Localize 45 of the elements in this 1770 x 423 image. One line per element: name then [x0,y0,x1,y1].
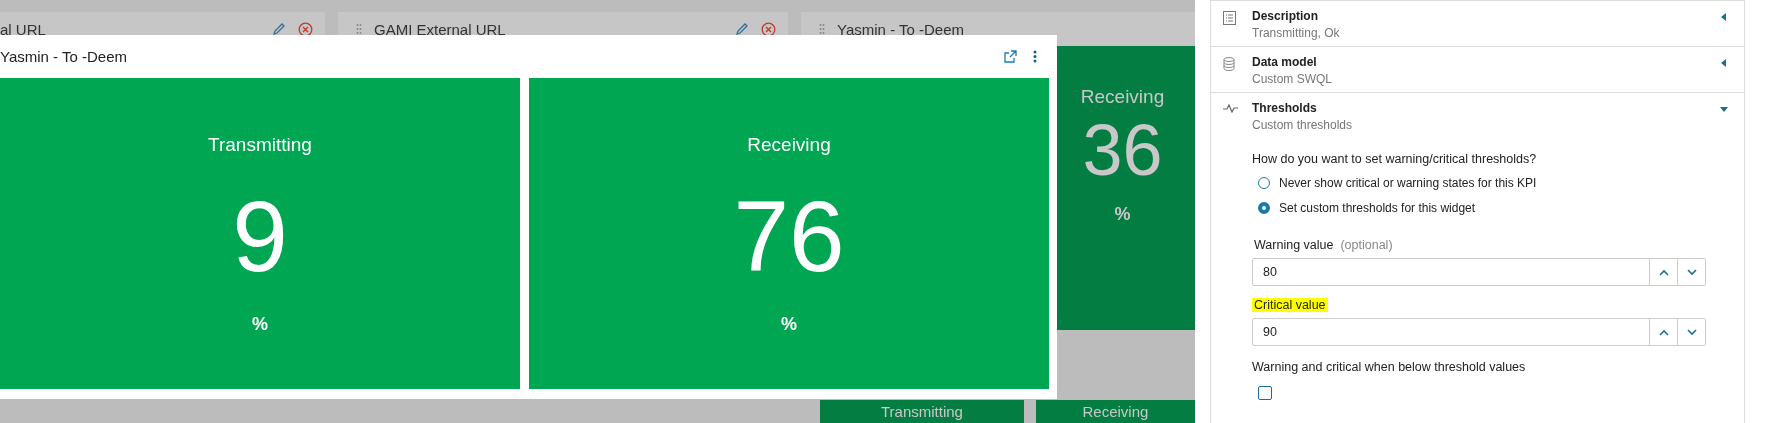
radio-button[interactable] [1258,202,1270,214]
pencil-icon[interactable] [735,22,750,36]
section-subtitle: Custom SWQL [1252,72,1333,86]
pencil-icon[interactable] [272,22,286,36]
kpi-label: Transmitting [208,134,312,156]
field-label: Critical value [1252,298,1328,312]
checkbox[interactable] [1258,386,1272,400]
caret-icon [1720,13,1728,21]
section-title: Data model [1252,55,1318,69]
accordion-header[interactable]: Thresholds Custom thresholds [1211,93,1744,138]
section-subtitle: Custom thresholds [1252,118,1354,132]
kpi-value: 9 [232,186,288,286]
caret-icon [1720,105,1728,113]
section-subtitle: Transmitting, Ok [1252,26,1341,40]
kpi-label: Receiving [1080,86,1165,108]
field-hint: (optional) [1340,238,1393,252]
kpi-value: 36 [1082,114,1163,186]
kpi-unit: % [1114,204,1131,225]
kpi-unit: % [781,314,797,335]
kpi-label: Receiving [1082,403,1149,422]
kpi-unit: % [252,314,268,335]
database-icon [1223,57,1235,71]
drag-handle-icon[interactable] [356,23,362,35]
section-title: Thresholds [1252,101,1318,115]
list-icon [1223,11,1236,25]
kpi-label: Receiving [747,134,831,156]
popup-title: Yasmin - To -Deem [0,48,128,65]
accordion-header[interactable]: Data model Custom SWQL [1211,47,1744,93]
checkbox-label: Warning and critical when below threshold values [1252,360,1526,374]
accordion-header[interactable]: Description Transmitting, Ok [1211,1,1744,47]
drag-handle-icon[interactable] [819,23,826,35]
caret-icon [1720,59,1728,67]
widget-title: Yasmin - To -Deem [837,20,966,38]
widget-title: al URL [0,20,47,38]
field-label: Warning value [1253,238,1335,252]
kpi-value: 76 [733,186,845,286]
section-title: Description [1252,9,1319,23]
radio-label: Set custom thresholds for this widget [1279,201,1476,215]
more-options-icon[interactable] [1033,50,1037,63]
radio-label: Never show critical or warning states for this KPI [1279,176,1537,190]
kpi-label: Transmitting [880,403,963,422]
question-label: How do you want to set warning/critical thresholds? [1252,152,1537,166]
widget-title: GAMI External URL [374,20,507,38]
external-link-icon[interactable] [1004,50,1017,63]
pulse-icon [1223,103,1238,113]
